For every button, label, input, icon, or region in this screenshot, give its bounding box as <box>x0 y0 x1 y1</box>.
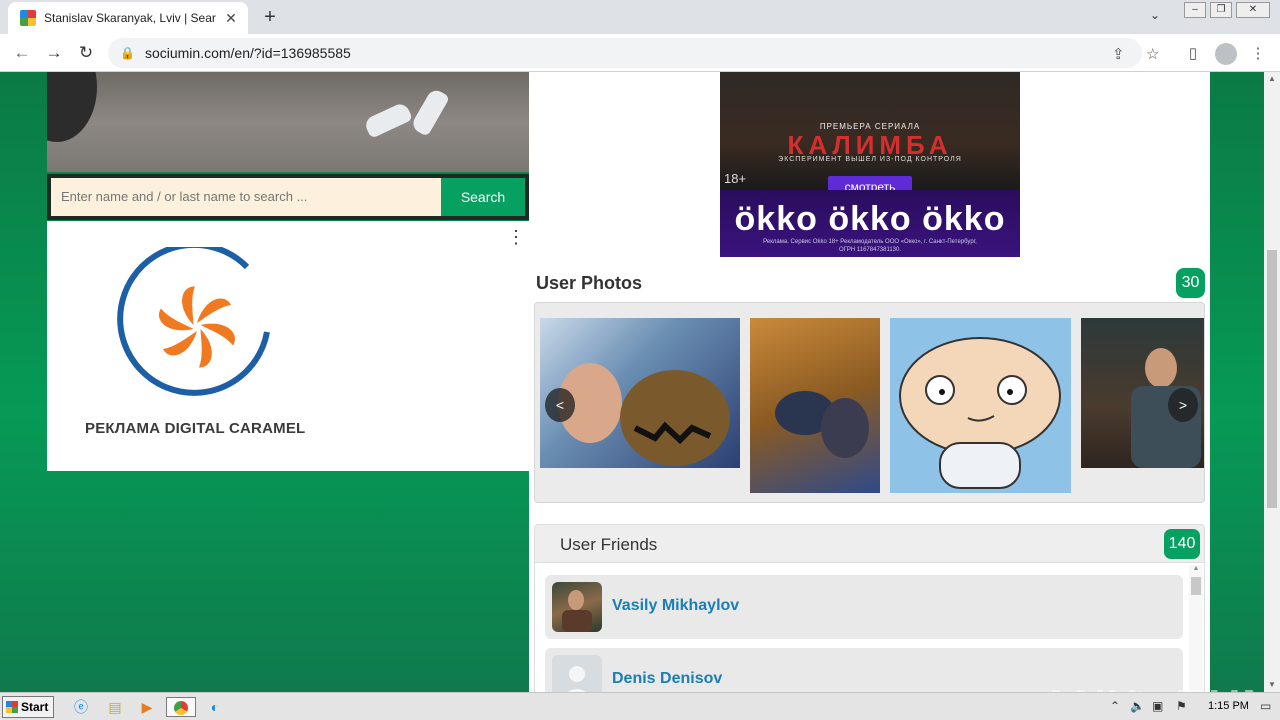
photos-count-badge: 30 <box>1176 268 1205 298</box>
banner-brand-strip: ökko ökko ökko Реклама. Сервис Okko 18+ … <box>720 190 1020 257</box>
browser-menu-icon[interactable]: ⋮ <box>1248 44 1268 62</box>
user-photos-carousel: < > <box>534 302 1205 503</box>
profile-content-column: ПРЕМЬЕРА СЕРИАЛА КАЛИМБА ЭКСПЕРИМЕНТ ВЫШ… <box>529 72 1210 692</box>
user-friends-panel: User Friends 140 Vasily Mikhaylov Denis … <box>534 524 1205 692</box>
user-friends-header: User Friends 140 <box>535 525 1204 563</box>
hero-shoe-shape <box>409 87 451 137</box>
banner-brand: ökko ökko ökko <box>734 200 1006 238</box>
tray-expand-icon[interactable]: ⌃ <box>1110 699 1120 713</box>
user-photos-heading: User Photos <box>536 273 643 293</box>
scroll-down-arrow-icon[interactable]: ▼ <box>1264 678 1280 692</box>
page-scroll-thumb[interactable] <box>1267 250 1277 508</box>
internet-explorer-icon[interactable]: ⓔ <box>70 697 92 717</box>
windows-taskbar: Start ⓔ ▤ ▶ ◐ ⌃ 🔈 ▣ ⚑ 1:15 PM ▭ <box>0 692 1280 720</box>
okko-banner-ad[interactable]: ПРЕМЬЕРА СЕРИАЛА КАЛИМБА ЭКСПЕРИМЕНТ ВЫШ… <box>720 72 1020 257</box>
profile-avatar-icon[interactable] <box>1215 43 1237 65</box>
close-window-icon[interactable]: ✕ <box>1236 2 1270 18</box>
edge-icon[interactable]: ◐ <box>204 697 226 717</box>
show-desktop-icon[interactable]: ▭ <box>1260 699 1271 713</box>
people-search-input[interactable] <box>51 178 441 216</box>
banner-age-rating: 18+ <box>724 171 747 186</box>
back-arrow-icon[interactable]: ← <box>10 42 34 64</box>
friend-list-item[interactable]: Vasily Mikhaylov <box>545 575 1183 639</box>
start-label: Start <box>21 700 49 714</box>
new-tab-button[interactable]: + <box>258 6 282 28</box>
user-silhouette-icon <box>568 666 586 692</box>
side-panel-icon[interactable]: ▯ <box>1183 44 1203 62</box>
carousel-prev-button[interactable]: < <box>545 388 575 422</box>
friends-list-scrollbar[interactable]: ▲ <box>1189 565 1203 692</box>
taskbar-clock[interactable]: 1:15 PM <box>1208 700 1249 712</box>
volume-icon[interactable]: 🔈 <box>1130 699 1145 713</box>
start-button[interactable]: Start <box>2 696 54 718</box>
tab-close-icon[interactable]: ✕ <box>222 10 240 27</box>
action-center-flag-icon[interactable]: ⚑ <box>1176 699 1187 713</box>
hero-shoe-shape <box>362 101 414 139</box>
people-search-bar: Search <box>47 174 529 220</box>
restore-window-icon[interactable]: ❐ <box>1210 2 1232 18</box>
user-photo[interactable] <box>750 318 880 493</box>
browser-tab[interactable]: Stanislav Skaranyak, Lviv | Search In ✕ <box>8 2 248 34</box>
page-viewport: Search ⋮ РЕКЛАМА DIGITAL CARAMEL ПРЕМЬЕР… <box>0 72 1264 692</box>
bookmark-star-icon[interactable]: ☆ <box>1146 45 1159 63</box>
friend-avatar-placeholder-icon[interactable] <box>552 655 602 692</box>
cartoon-photo-shape <box>899 337 1061 489</box>
forward-arrow-icon[interactable]: → <box>42 42 66 64</box>
banner-tagline: ЭКСПЕРИМЕНТ ВЫШЕЛ ИЗ-ПОД КОНТРОЛЯ <box>778 156 962 163</box>
url-text: sociumin.com/en/?id=136985585 <box>144 45 351 61</box>
banner-legal-text: Реклама. Сервис Okko 18+ Рекламодатель О… <box>763 239 977 253</box>
chrome-logo-icon <box>174 701 188 715</box>
tab-search-chevron-icon[interactable]: ⌄ <box>1150 8 1160 22</box>
hero-image <box>47 72 529 172</box>
caramel-logo-icon <box>117 247 270 396</box>
friends-count-badge: 140 <box>1164 529 1200 559</box>
reload-icon[interactable]: ↻ <box>74 42 98 64</box>
lock-icon: 🔒 <box>120 46 135 60</box>
scroll-up-arrow-icon[interactable]: ▲ <box>1264 72 1280 86</box>
scroll-up-arrow-icon[interactable]: ▲ <box>1189 565 1203 575</box>
user-friends-heading: User Friends <box>560 535 658 554</box>
carousel-next-button[interactable]: > <box>1168 388 1198 422</box>
user-photo[interactable] <box>890 318 1071 493</box>
friend-avatar[interactable] <box>552 582 602 632</box>
tab-title: Stanislav Skaranyak, Lviv | Search In <box>44 11 216 25</box>
site-favicon-icon <box>20 10 36 26</box>
friends-scroll-thumb[interactable] <box>1191 577 1201 595</box>
browser-tab-bar: Stanislav Skaranyak, Lviv | Search In ✕ … <box>0 0 1280 34</box>
ad-options-icon[interactable]: ⋮ <box>507 227 525 248</box>
address-bar[interactable]: 🔒 sociumin.com/en/?id=136985585 ⇪ ☆ <box>108 38 1159 68</box>
anyrun-watermark: ANY▷RUN <box>1040 680 1264 692</box>
minimize-window-icon[interactable]: ‒ <box>1184 2 1206 18</box>
network-icon[interactable]: ▣ <box>1152 699 1163 713</box>
friend-photo-shape <box>562 590 592 632</box>
digital-caramel-ad[interactable]: ⋮ РЕКЛАМА DIGITAL CARAMEL <box>47 221 529 471</box>
ad-caption: РЕКЛАМА DIGITAL CARAMEL <box>85 420 306 437</box>
share-icon[interactable]: ⇪ <box>1112 45 1125 63</box>
windows-logo-icon <box>6 701 18 713</box>
browser-toolbar: ← → ↻ 🔒 sociumin.com/en/?id=136985585 ⇪ … <box>0 34 1280 72</box>
friend-name-link[interactable]: Denis Denisov <box>612 670 722 688</box>
search-button[interactable]: Search <box>441 178 525 216</box>
friend-name-link[interactable]: Vasily Mikhaylov <box>612 597 739 615</box>
file-explorer-icon[interactable]: ▤ <box>104 697 126 717</box>
media-player-icon[interactable]: ▶ <box>136 697 158 717</box>
chrome-taskbar-icon[interactable] <box>166 697 196 717</box>
page-scrollbar[interactable]: ▲ ▼ <box>1264 72 1280 692</box>
hero-tire-shape <box>47 72 97 142</box>
group-photo-shape <box>775 391 869 458</box>
